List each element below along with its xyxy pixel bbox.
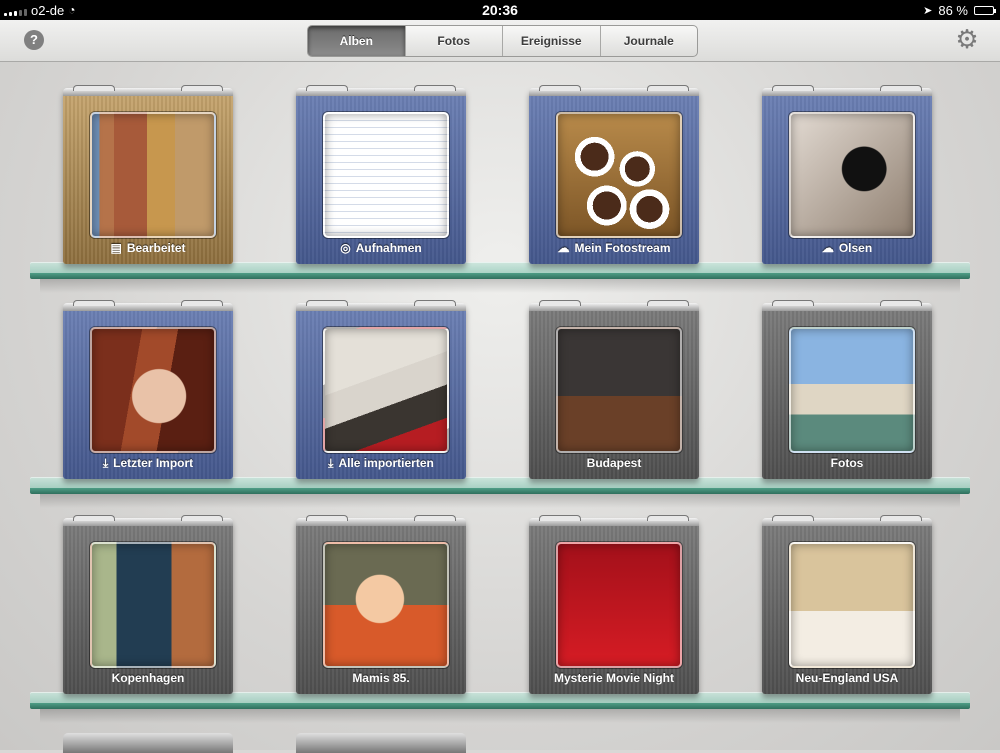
album-cover-photo [323,112,449,238]
album-title: Fotos [830,456,864,470]
album-title: Mamis 85. [352,671,410,685]
tab-ereignisse[interactable]: Ereignisse [503,26,601,56]
shelf [30,262,970,293]
camera-roll-icon: ◎ [340,241,351,255]
album-cover-photo [90,112,216,238]
briefcase-icon: ▤ [110,241,122,255]
status-bar: o2-de ◔ 20:36 ➤ 86 % [0,0,1000,20]
album-title: Olsen [838,241,873,255]
album-cover-photo [789,112,915,238]
shelf [30,477,970,508]
album-cover-photo [556,327,682,453]
album-cover-photo [556,542,682,668]
album-title: Letzter Import [113,456,194,470]
album-kopenhagen[interactable]: Kopenhagen [63,515,233,694]
album-aufnahmen[interactable]: ◎ Aufnahmen [296,85,466,264]
album-mysterie-movie-night[interactable]: Mysterie Movie Night [529,515,699,694]
toolbar: ? Alben Fotos Ereignisse Journale ⚙ [0,20,1000,62]
album-mamis-85[interactable]: Mamis 85. [296,515,466,694]
import-icon: ⤓ [102,456,109,470]
album-title: Alle importierten [338,456,434,470]
clock: 20:36 [482,2,518,18]
album-cover-photo [323,542,449,668]
location-arrow-icon: ➤ [923,4,933,17]
album-title: Mysterie Movie Night [553,671,675,685]
album-mein-fotostream[interactable]: ☁ Mein Fotostream [529,85,699,264]
status-right: ➤ 86 % [923,0,996,20]
album-budapest[interactable]: Budapest [529,300,699,479]
tab-fotos[interactable]: Fotos [406,26,503,56]
tab-journale[interactable]: Journale [601,26,698,56]
tab-alben[interactable]: Alben [308,26,406,56]
album-letzter-import[interactable]: ⤓ Letzter Import [63,300,233,479]
album-title: Mein Fotostream [574,241,671,255]
shelf [30,692,970,723]
album-title: Budapest [586,456,642,470]
album-neu-england-usa[interactable]: Neu-England USA [762,515,932,694]
battery-percent: 86 % [938,2,968,18]
import-icon: ⤓ [328,456,334,470]
album-title: Kopenhagen [111,671,185,685]
album-partially-visible[interactable] [63,733,233,753]
album-title: Neu-England USA [795,671,899,685]
album-cover-photo [323,327,449,453]
album-cover-photo [789,327,915,453]
cloud-icon: ☁ [557,241,570,255]
help-button[interactable]: ? [24,30,44,50]
album-cover-photo [789,542,915,668]
cloud-icon: ☁ [821,241,834,255]
settings-gear-icon[interactable]: ⚙ [954,26,980,52]
album-olsen[interactable]: ☁ Olsen [762,85,932,264]
album-title: Aufnahmen [355,241,422,255]
battery-icon [974,5,996,15]
album-cover-photo [90,327,216,453]
view-switcher: Alben Fotos Ereignisse Journale [307,25,698,57]
album-partially-visible[interactable] [296,733,466,753]
album-bearbeitet[interactable]: ▤ Bearbeitet [63,85,233,264]
album-title: Bearbeitet [126,241,186,255]
album-alle-importierten[interactable]: ⤓ Alle importierten [296,300,466,479]
album-cover-photo [90,542,216,668]
album-cover-photo [556,112,682,238]
album-fotos[interactable]: Fotos [762,300,932,479]
